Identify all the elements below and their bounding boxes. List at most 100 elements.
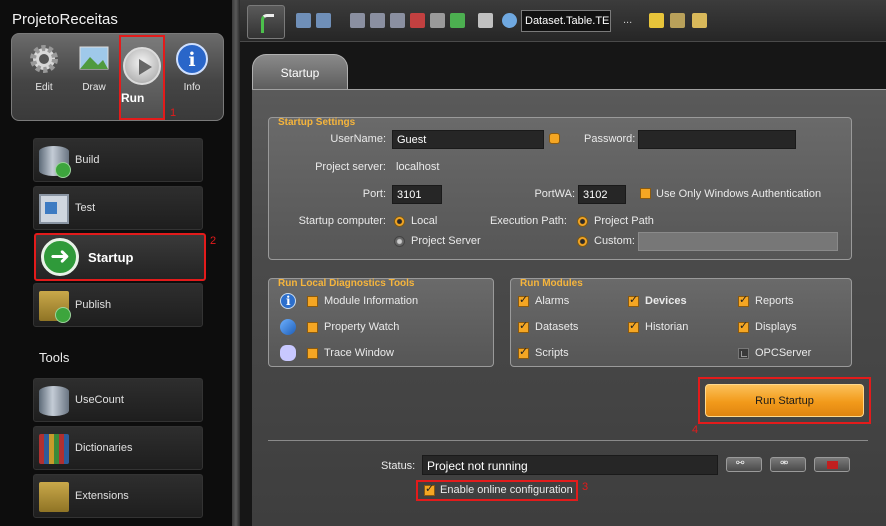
arrow-right-icon bbox=[41, 238, 79, 276]
opcserver-checkbox[interactable] bbox=[738, 348, 749, 359]
project-server-value: localhost bbox=[396, 161, 440, 173]
undo-icon[interactable] bbox=[296, 13, 311, 28]
more-button[interactable]: ... bbox=[623, 14, 632, 26]
radio-project-server[interactable] bbox=[394, 236, 405, 247]
password-label: Password: bbox=[584, 133, 636, 145]
tab-startup[interactable]: Startup bbox=[252, 54, 348, 90]
app-title: ProjetoReceitas bbox=[12, 11, 118, 28]
sidebar-item-publish[interactable]: Publish bbox=[33, 283, 203, 327]
document-icon[interactable] bbox=[478, 13, 493, 28]
diagnostics-group: Run Local Diagnostics Tools Module Infor… bbox=[268, 278, 494, 367]
sidebar-item-label: Dictionaries bbox=[75, 442, 133, 454]
info-icon bbox=[280, 293, 296, 309]
gear-icon bbox=[27, 42, 61, 76]
play-icon bbox=[123, 47, 161, 85]
books-icon bbox=[39, 434, 69, 464]
execution-path-label: Execution Path: bbox=[489, 215, 567, 227]
sidebar-item-label: Test bbox=[75, 202, 96, 214]
annotation-4: 4 bbox=[692, 424, 699, 436]
radio-project-path[interactable] bbox=[577, 216, 588, 227]
divider-line bbox=[268, 440, 868, 441]
mode-run[interactable]: Run bbox=[119, 35, 165, 120]
run-startup-button[interactable]: Run Startup bbox=[705, 384, 864, 417]
sidebar-item-label: Startup bbox=[88, 250, 134, 265]
portwa-field[interactable]: 3102 bbox=[578, 185, 626, 204]
radio-project-path-label: Project Path bbox=[594, 215, 654, 227]
panel-divider[interactable] bbox=[232, 0, 240, 526]
sidebar-item-label: Extensions bbox=[75, 490, 129, 502]
check-icon[interactable] bbox=[649, 13, 664, 28]
user-picker-icon[interactable] bbox=[549, 133, 560, 144]
disconnect-button[interactable]: ⚮ bbox=[770, 457, 806, 472]
folder-icon bbox=[39, 482, 69, 512]
paste-icon[interactable] bbox=[390, 13, 405, 28]
object-combo[interactable]: Dataset.Table.TE bbox=[521, 10, 611, 32]
module-information-label: Module Information bbox=[324, 295, 419, 307]
tools-heading: Tools bbox=[39, 350, 70, 365]
project-server-label: Project server: bbox=[315, 161, 386, 173]
devices-checkbox[interactable] bbox=[628, 293, 639, 307]
toolbar: Dataset.Table.TE ... bbox=[240, 0, 886, 42]
main-area: Startup Startup Settings UserName: Guest… bbox=[240, 42, 886, 526]
diagnostics-title: Run Local Diagnostics Tools bbox=[278, 278, 415, 289]
mode-draw-label: Draw bbox=[82, 82, 106, 93]
screen-icon bbox=[39, 194, 69, 224]
username-label: UserName: bbox=[330, 133, 386, 145]
svg-text:i: i bbox=[188, 49, 195, 71]
run-modules-group: Run Modules Alarms Devices Reports Datas… bbox=[510, 278, 852, 367]
home-icon[interactable] bbox=[247, 5, 285, 39]
password-field[interactable] bbox=[638, 130, 796, 149]
connect-button[interactable]: ⚯ bbox=[726, 457, 762, 472]
radio-custom[interactable] bbox=[577, 236, 588, 247]
historian-checkbox[interactable] bbox=[628, 319, 639, 333]
copy-icon[interactable] bbox=[370, 13, 385, 28]
alarms-checkbox[interactable] bbox=[518, 293, 529, 307]
port-field[interactable]: 3101 bbox=[392, 185, 442, 204]
build-icon[interactable] bbox=[670, 13, 685, 28]
status-field: Project not running bbox=[422, 455, 718, 475]
alarms-label: Alarms bbox=[535, 295, 570, 307]
link-icon: ⚯ bbox=[736, 458, 745, 469]
radio-project-server-label: Project Server bbox=[411, 235, 481, 247]
scripts-checkbox[interactable] bbox=[518, 345, 529, 359]
online-config-checkbox[interactable] bbox=[424, 482, 435, 496]
sidebar-item-test[interactable]: Test bbox=[33, 186, 203, 230]
windows-auth-checkbox[interactable] bbox=[640, 188, 651, 199]
trace-window-label: Trace Window bbox=[324, 347, 394, 359]
sidebar-item-usecount[interactable]: UseCount bbox=[33, 378, 203, 422]
trace-window-icon bbox=[280, 345, 296, 361]
datasets-checkbox[interactable] bbox=[518, 319, 529, 333]
redo-icon[interactable] bbox=[316, 13, 331, 28]
sidebar-item-startup[interactable]: Startup bbox=[34, 233, 206, 281]
left-panel: ProjetoReceitas Edit Draw i Info Run 1 B… bbox=[0, 0, 232, 526]
arrow-up-icon[interactable] bbox=[450, 13, 465, 28]
mode-info[interactable]: i Info bbox=[170, 42, 214, 93]
radio-local[interactable] bbox=[394, 216, 405, 227]
sidebar-item-extensions[interactable]: Extensions bbox=[33, 474, 203, 518]
search-icon[interactable] bbox=[502, 13, 517, 28]
trace-window-checkbox[interactable] bbox=[307, 348, 318, 359]
startup-content: Startup Settings UserName: Guest Passwor… bbox=[252, 89, 886, 526]
annotation-2: 2 bbox=[210, 235, 217, 247]
reports-checkbox[interactable] bbox=[738, 293, 749, 307]
historian-label: Historian bbox=[645, 321, 689, 333]
username-field[interactable]: Guest bbox=[392, 130, 544, 149]
module-information-checkbox[interactable] bbox=[307, 296, 318, 307]
sidebar-item-build[interactable]: Build bbox=[33, 138, 203, 182]
custom-path-field[interactable] bbox=[638, 232, 838, 251]
info-icon: i bbox=[175, 42, 209, 76]
mode-edit[interactable]: Edit bbox=[22, 42, 66, 93]
devices-label: Devices bbox=[645, 295, 687, 307]
stop-button[interactable] bbox=[814, 457, 850, 472]
sidebar-item-dictionaries[interactable]: Dictionaries bbox=[33, 426, 203, 470]
tools-icon[interactable] bbox=[692, 13, 707, 28]
property-watch-checkbox[interactable] bbox=[307, 322, 318, 333]
mode-edit-label: Edit bbox=[35, 82, 53, 93]
mode-draw[interactable]: Draw bbox=[72, 42, 116, 93]
cut-icon[interactable] bbox=[350, 13, 365, 28]
displays-checkbox[interactable] bbox=[738, 319, 749, 333]
delete-icon[interactable] bbox=[410, 13, 425, 28]
database-icon bbox=[39, 386, 69, 416]
print-icon[interactable] bbox=[430, 13, 445, 28]
mode-info-label: Info bbox=[183, 82, 201, 93]
